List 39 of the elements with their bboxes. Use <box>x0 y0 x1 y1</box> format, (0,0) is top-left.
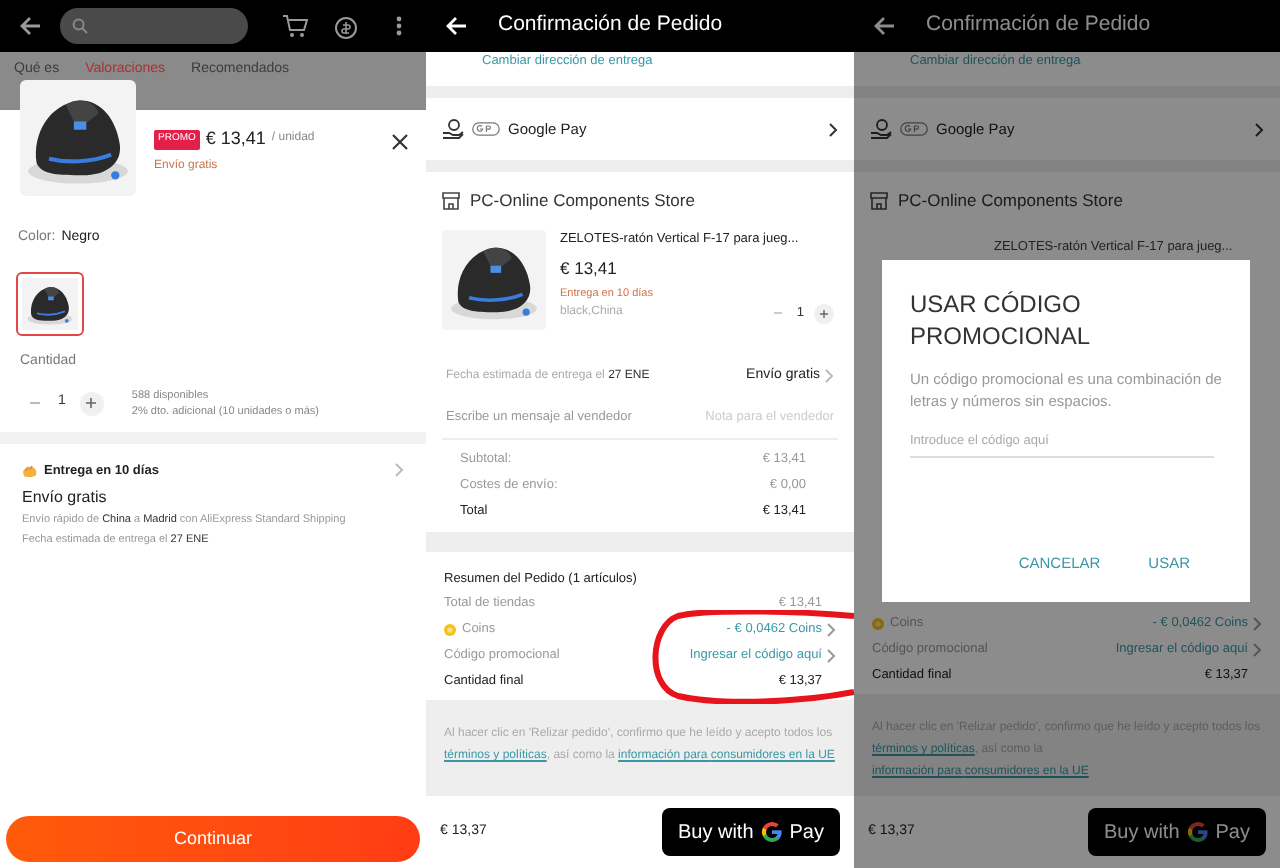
wallet-icon <box>870 118 892 140</box>
payment-logo-icon <box>472 122 500 136</box>
minus-icon <box>29 402 39 404</box>
coin-icon <box>444 623 456 635</box>
close-icon[interactable] <box>392 134 408 150</box>
store-name: PC-Online Components Store <box>898 188 1123 214</box>
screen-title: Confirmación de Pedido <box>926 10 1151 41</box>
back-arrow-icon[interactable] <box>20 16 42 36</box>
cart-icon[interactable] <box>282 14 308 38</box>
chevron-right-icon <box>828 121 838 137</box>
payment-logo-icon <box>900 122 928 136</box>
plus-icon <box>820 309 828 318</box>
store-icon <box>442 192 460 210</box>
store-name: PC-Online Components Store <box>470 188 695 214</box>
search-field[interactable] <box>60 8 248 44</box>
product-price: € 13,41 <box>560 255 619 281</box>
variant-swatch[interactable] <box>16 272 84 336</box>
pay-button[interactable]: Buy with Pay <box>661 808 840 856</box>
pay-button[interactable]: Buy with Pay <box>1087 808 1266 856</box>
search-icon <box>72 18 88 34</box>
wallet-icon <box>442 118 464 140</box>
dialog-title: USAR CÓDIGO PROMOCIONAL <box>910 288 1093 352</box>
coin-icon <box>872 617 884 629</box>
price: € 13,41 <box>205 126 266 152</box>
more-icon[interactable] <box>396 16 402 36</box>
screen-title: Confirmación de Pedido <box>498 10 723 41</box>
delivery-method: Envío gratis <box>22 486 109 511</box>
google-icon <box>1185 820 1210 844</box>
google-icon <box>759 820 784 844</box>
increase-button[interactable] <box>814 303 834 324</box>
chevron-right-icon <box>824 368 834 384</box>
coin-icon[interactable] <box>334 13 358 39</box>
chevron-right-icon <box>1254 121 1264 137</box>
chevron-right-icon <box>394 462 404 479</box>
plus-icon <box>86 398 97 408</box>
minus-icon <box>774 312 783 315</box>
continue-button[interactable]: Continuar <box>6 816 420 862</box>
store-icon <box>870 192 888 210</box>
increase-button[interactable] <box>79 391 104 415</box>
